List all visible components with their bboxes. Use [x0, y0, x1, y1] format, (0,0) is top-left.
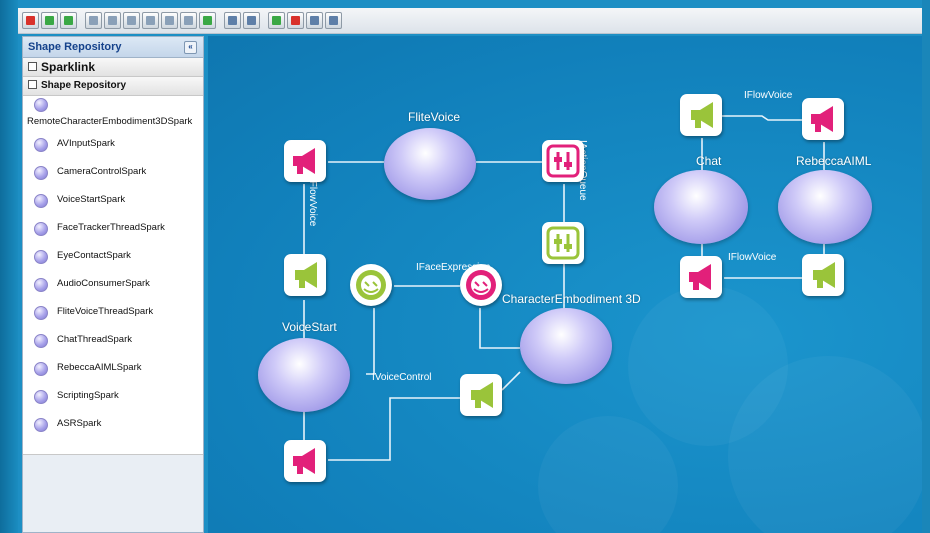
group-header-shape-repository[interactable]: Shape Repository: [23, 77, 203, 96]
shape-item-eye-contact[interactable]: EyeContactSpark: [23, 246, 203, 274]
window-frame-left: [0, 0, 18, 533]
shape-bubble-icon: [34, 306, 48, 320]
connector-chat-iflow-top: [722, 115, 802, 121]
collapse-box-icon[interactable]: [28, 62, 37, 72]
node-label-chat: Chat: [696, 154, 722, 168]
window-frame-right: [922, 0, 930, 533]
shape-item-remote-character-embodiment[interactable]: RemoteCharacterEmbodiment3DSpark: [23, 96, 203, 134]
node-rebecca-aiml[interactable]: [778, 170, 872, 244]
node-label-voicestart: VoiceStart: [282, 320, 337, 334]
smiley-icon[interactable]: [460, 264, 502, 306]
node-chat[interactable]: [654, 170, 748, 244]
shape-item-label: FaceTrackerThreadSpark: [57, 222, 165, 233]
shape-item-flite-voice-thread[interactable]: FliteVoiceThreadSpark: [23, 302, 203, 330]
align-bottom-icon[interactable]: [180, 12, 197, 29]
edge-label-iflowvoice-vertical: IFlowVoice: [307, 178, 318, 227]
edge-label-iflowvoice-bottom: IFlowVoice: [728, 252, 777, 263]
export-icon[interactable]: [268, 12, 285, 29]
sliders-icon[interactable]: [542, 140, 584, 182]
megaphone-icon[interactable]: [680, 94, 722, 136]
megaphone-icon[interactable]: [802, 98, 844, 140]
shape-item-scripting[interactable]: ScriptingSpark: [23, 386, 203, 414]
connector-ivoicecontrol: [328, 397, 460, 461]
group-icon[interactable]: [306, 12, 323, 29]
redo-icon[interactable]: [60, 12, 77, 29]
node-character-embodiment[interactable]: [520, 308, 612, 384]
shape-bubble-icon: [34, 194, 48, 208]
import-icon[interactable]: [287, 12, 304, 29]
align-middle-icon[interactable]: [161, 12, 178, 29]
shape-bubble-icon: [34, 166, 48, 180]
collapse-icon[interactable]: «: [184, 41, 197, 54]
shape-bubble-icon: [34, 390, 48, 404]
shape-item-label: ASRSpark: [57, 418, 102, 429]
panel-header: Shape Repository «: [23, 37, 203, 58]
megaphone-icon[interactable]: [680, 256, 722, 298]
group-label-shape-repository: Shape Repository: [41, 80, 127, 91]
megaphone-icon[interactable]: [284, 254, 326, 296]
edge-label-iflowvoice-top: IFlowVoice: [744, 90, 793, 101]
shape-item-label: AVInputSpark: [57, 138, 115, 149]
shape-bubble-icon: [34, 98, 48, 112]
group-header-sparklink[interactable]: Sparklink: [23, 58, 203, 77]
shape-bubble-icon: [34, 334, 48, 348]
group-label-sparklink: Sparklink: [41, 60, 96, 74]
ungroup-icon[interactable]: [325, 12, 342, 29]
megaphone-icon[interactable]: [460, 374, 502, 416]
shape-bubble-icon: [34, 362, 48, 376]
shape-item-label: ChatThreadSpark: [57, 334, 132, 345]
connector-face-character: [479, 308, 520, 349]
fit-icon[interactable]: [199, 12, 216, 29]
edge-label-ivoicecontrol: IVoiceControl: [372, 372, 432, 383]
shape-item-asr[interactable]: ASRSpark: [23, 414, 203, 442]
sliders-icon[interactable]: [542, 222, 584, 264]
node-label-character-embodiment: CharacterEmbodiment 3D: [502, 292, 641, 306]
shape-item-label: RebeccaAIMLSpark: [57, 362, 142, 373]
shape-item-audio-consumer[interactable]: AudioConsumerSpark: [23, 274, 203, 302]
node-flitevoice[interactable]: [384, 128, 476, 200]
diagram-canvas[interactable]: FliteVoice VoiceStart CharacterEmbodimen…: [208, 36, 922, 533]
shape-item-label: ScriptingSpark: [57, 390, 119, 401]
align-left-icon[interactable]: [85, 12, 102, 29]
shape-item-label: CameraControlSpark: [57, 166, 147, 177]
shape-bubble-icon: [34, 250, 48, 264]
shape-bubble-icon: [34, 138, 48, 152]
shape-item-label: AudioConsumerSpark: [57, 278, 150, 289]
shape-bubble-icon: [34, 222, 48, 236]
shape-item-face-tracker[interactable]: FaceTrackerThreadSpark: [23, 218, 203, 246]
panel-title: Shape Repository: [28, 41, 122, 53]
shape-item-chat-thread[interactable]: ChatThreadSpark: [23, 330, 203, 358]
zoom-fit-icon[interactable]: [224, 12, 241, 29]
connector-character-input: [501, 371, 521, 391]
shape-item-av-input[interactable]: AVInputSpark: [23, 134, 203, 162]
shape-item-label: RemoteCharacterEmbodiment3DSpark: [27, 116, 193, 127]
collapse-box-icon[interactable]: [28, 79, 37, 89]
megaphone-icon[interactable]: [284, 440, 326, 482]
node-voicestart[interactable]: [258, 338, 350, 412]
align-top-icon[interactable]: [142, 12, 159, 29]
shape-item-camera-control[interactable]: CameraControlSpark: [23, 162, 203, 190]
undo-icon[interactable]: [41, 12, 58, 29]
megaphone-icon[interactable]: [802, 254, 844, 296]
shape-item-label: FliteVoiceThreadSpark: [57, 306, 154, 317]
connector-smiley-down: [366, 308, 375, 375]
shape-item-voice-start[interactable]: VoiceStartSpark: [23, 190, 203, 218]
shape-bubble-icon: [34, 418, 48, 432]
zoom-actual-icon[interactable]: [243, 12, 260, 29]
shape-item-label: VoiceStartSpark: [57, 194, 126, 205]
shape-item-rebecca-aiml[interactable]: RebeccaAIMLSpark: [23, 358, 203, 386]
shape-list: RemoteCharacterEmbodiment3DSpark AVInput…: [23, 96, 203, 455]
shape-repository-panel: Shape Repository « Sparklink Shape Repos…: [22, 36, 204, 533]
node-label-rebecca-aiml: RebeccaAIML: [796, 154, 872, 168]
align-right-icon[interactable]: [123, 12, 140, 29]
shape-bubble-icon: [34, 278, 48, 292]
node-label-flitevoice: FliteVoice: [408, 110, 461, 124]
align-center-icon[interactable]: [104, 12, 121, 29]
smiley-icon[interactable]: [350, 264, 392, 306]
megaphone-icon[interactable]: [284, 140, 326, 182]
shape-item-label: EyeContactSpark: [57, 250, 131, 261]
delete-icon[interactable]: [22, 12, 39, 29]
toolbar: [18, 8, 922, 34]
